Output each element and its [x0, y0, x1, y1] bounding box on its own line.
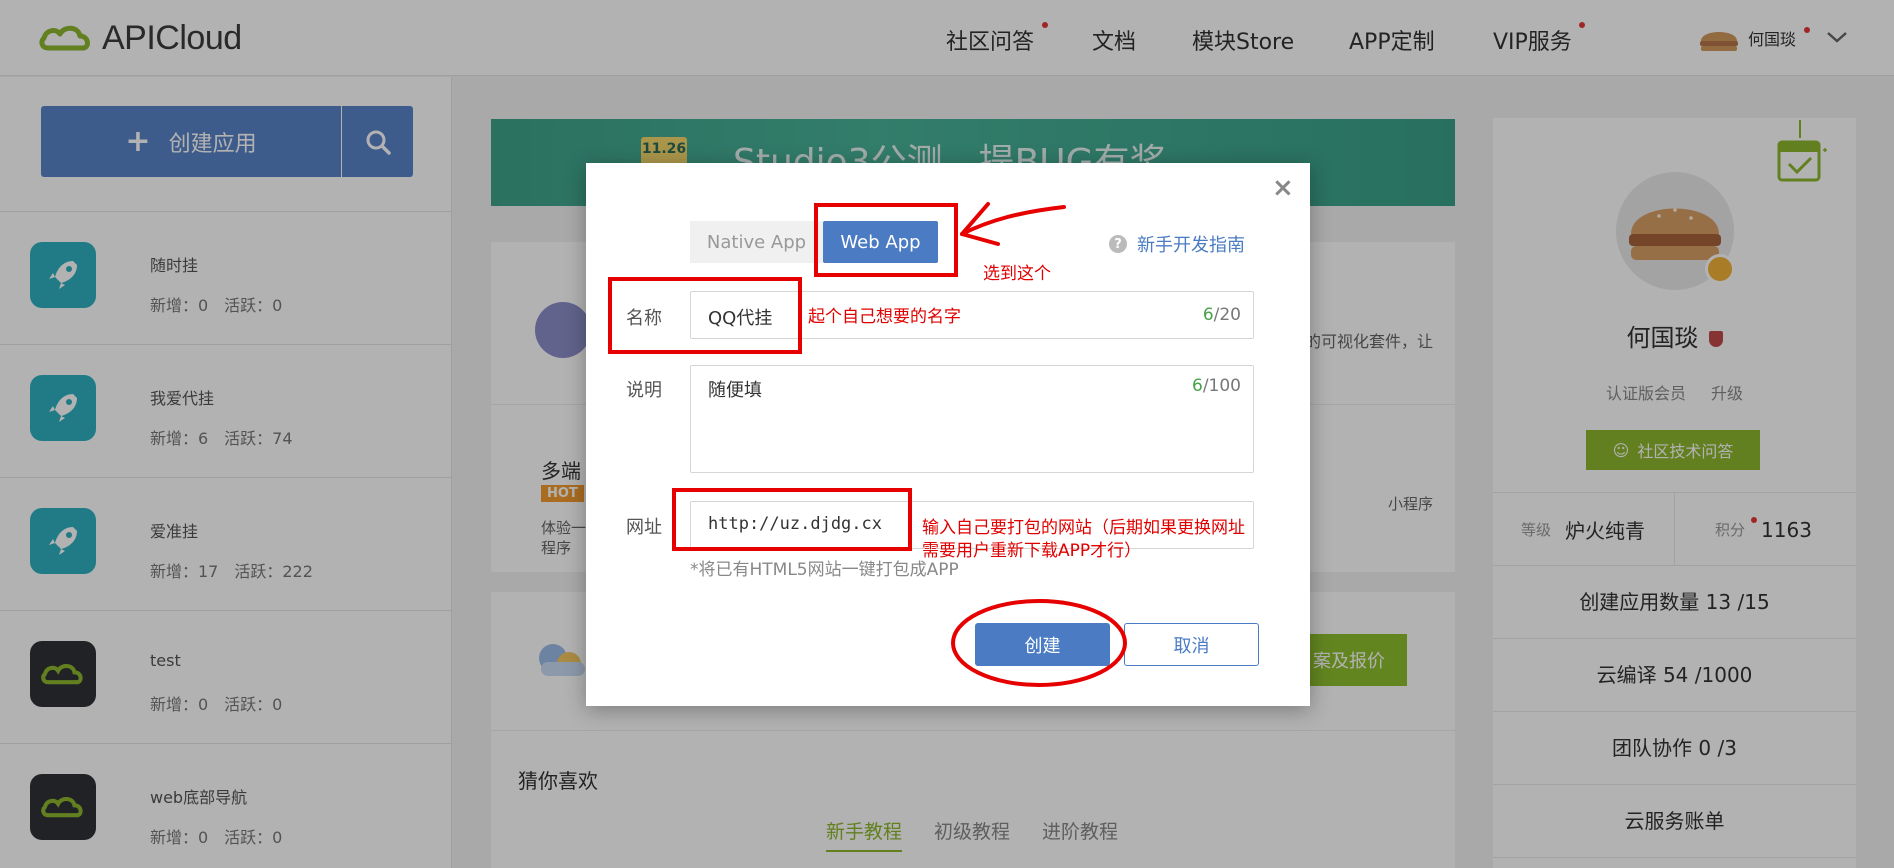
dev-guide-label: 新手开发指南	[1137, 235, 1245, 256]
desc-char-count: 6/100	[1192, 376, 1241, 396]
name-count-max: /20	[1213, 305, 1241, 325]
desc-count-current: 6	[1191, 376, 1203, 396]
annotation-box-web-app	[814, 203, 958, 277]
url-hint: *将已有HTML5网站一键打包成APP	[690, 560, 959, 580]
native-app-tab[interactable]: Native App	[690, 221, 823, 263]
annotation-url-note-2: 需要用户重新下载APP才行）	[922, 541, 1142, 561]
annotation-select-this: 选到这个	[983, 264, 1051, 284]
help-icon: ?	[1109, 235, 1127, 253]
name-char-count: 6/20	[1203, 305, 1241, 325]
create-button[interactable]: 创建	[975, 623, 1110, 666]
desc-textarea[interactable]: 随便填 6/100	[690, 365, 1254, 473]
dev-guide-link[interactable]: ? 新手开发指南	[1109, 231, 1245, 257]
annotation-name-note: 起个自己想要的名字	[808, 307, 961, 327]
cancel-button[interactable]: 取消	[1124, 623, 1259, 666]
desc-label: 说明	[626, 380, 662, 401]
desc-textarea-value: 随便填	[708, 380, 762, 401]
annotation-box-url	[672, 488, 912, 551]
annotation-box-name	[608, 277, 802, 354]
name-count-current: 6	[1202, 305, 1214, 325]
desc-count-max: /100	[1202, 376, 1241, 396]
annotation-url-note-1: 输入自己要打包的网站（后期如果更换网址	[922, 518, 1245, 538]
url-label: 网址	[626, 517, 662, 538]
close-icon[interactable]: ×	[1272, 175, 1294, 201]
